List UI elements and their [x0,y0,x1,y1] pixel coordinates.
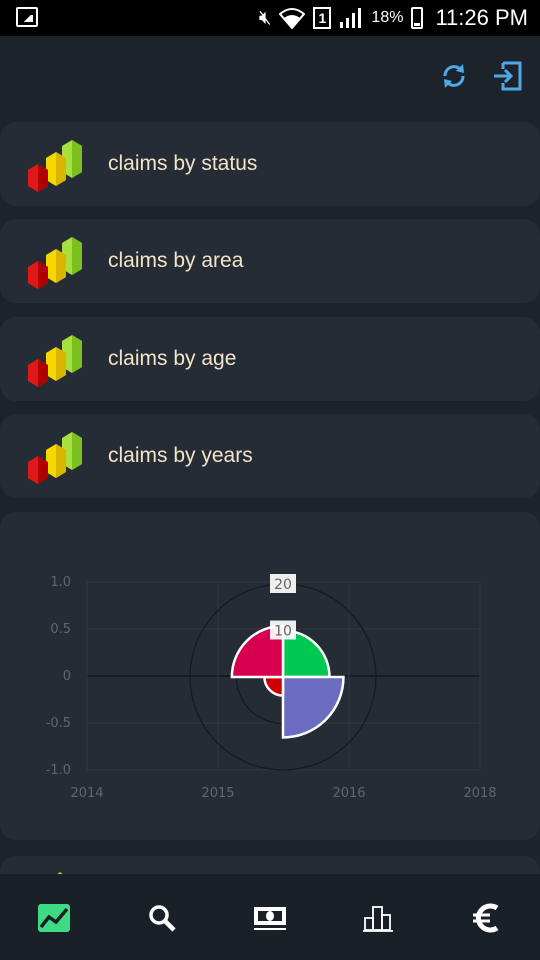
y-tick-label: 0 [63,669,71,684]
bar-chart-3d-icon [28,140,82,192]
battery-icon [411,7,424,29]
status-bar: 🔇︎ 1 18% 11:26 PM [0,0,540,36]
bar-chart-3d-icon [28,237,82,289]
logout-icon [494,61,522,91]
menu-item-label: claims by years [108,444,253,467]
trend-chart-icon [38,904,70,932]
y-tick-label: 0.5 [50,622,71,637]
menu-item-claims-by-status[interactable]: claims by status [0,122,540,206]
bar-chart-icon [363,906,393,932]
menu-item-label: claims by status [108,152,258,175]
nav-statistics[interactable] [348,898,408,938]
nav-trend[interactable] [24,898,84,938]
gallery-notification-icon [16,7,38,27]
x-tick-label: 2018 [463,786,496,801]
polar-segment [281,675,345,739]
search-icon [149,905,176,932]
nav-euro[interactable] [456,898,516,938]
menu-item-claims-by-years[interactable]: claims by years [0,414,540,498]
bar-chart-3d-icon [28,432,82,484]
x-tick-label: 2016 [332,786,365,801]
menu-item-claims-by-age[interactable]: claims by age [0,317,540,401]
app-toolbar [0,36,540,116]
menu-item-claims-by-area[interactable]: claims by area [0,219,540,303]
refresh-button[interactable] [434,56,474,96]
chart-card: 1.0 0.5 0 -0.5 -1.0 2014 2015 2016 2018 10 20 [0,512,540,840]
y-tick-label: -1.0 [46,763,71,778]
wifi-icon [279,8,306,29]
bar-chart-3d-icon [28,335,82,387]
y-tick-label: -0.5 [46,716,71,731]
polar-tick-label: 20 [274,577,292,593]
logout-button[interactable] [487,56,527,96]
battery-percent: 18% [371,9,404,26]
menu-item-label: claims by age [108,347,237,370]
signal-icon [340,8,362,28]
refresh-icon [443,64,465,88]
banknote-icon [254,907,286,930]
x-tick-label: 2014 [70,786,103,801]
status-icons: 🔇︎ 1 18% 11:26 PM [259,0,528,36]
nav-payments[interactable] [240,898,300,938]
nav-search[interactable] [132,898,192,938]
polar-area-chart: 1.0 0.5 0 -0.5 -1.0 2014 2015 2016 2018 10 20 [46,574,497,801]
sim-icon: 1 [313,7,332,29]
polar-tick-label: 10 [274,624,292,640]
y-tick-label: 1.0 [50,575,71,590]
euro-icon [473,903,499,933]
clock: 11:26 PM [435,5,528,30]
bottom-navigation [0,874,540,960]
menu-item-label: claims by area [108,249,244,272]
polar-segment [263,675,285,697]
x-tick-label: 2015 [201,786,234,801]
mute-icon: 🔇︎ [258,6,272,29]
